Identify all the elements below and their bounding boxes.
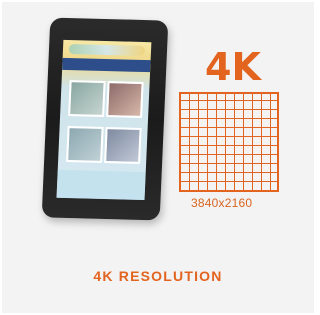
feature-card: 4K 3840x2160 4K RESOLUTION — [2, 2, 314, 313]
screen-caption-bar — [56, 169, 146, 201]
screen-logo — [68, 44, 146, 57]
screen-banner — [62, 57, 151, 73]
screen-thumbnail — [68, 80, 106, 117]
screen-thumbnail — [66, 126, 104, 163]
screen-thumbnail — [104, 127, 142, 164]
feature-title: 4K RESOLUTION — [93, 268, 223, 284]
resolution-grid-icon — [179, 92, 279, 192]
resolution-value: 3840x2160 — [191, 196, 253, 210]
screen-thumbnail — [106, 81, 144, 118]
tablet-screen — [56, 39, 152, 201]
tablet-image — [41, 17, 169, 221]
4k-badge: 4K — [205, 45, 261, 89]
